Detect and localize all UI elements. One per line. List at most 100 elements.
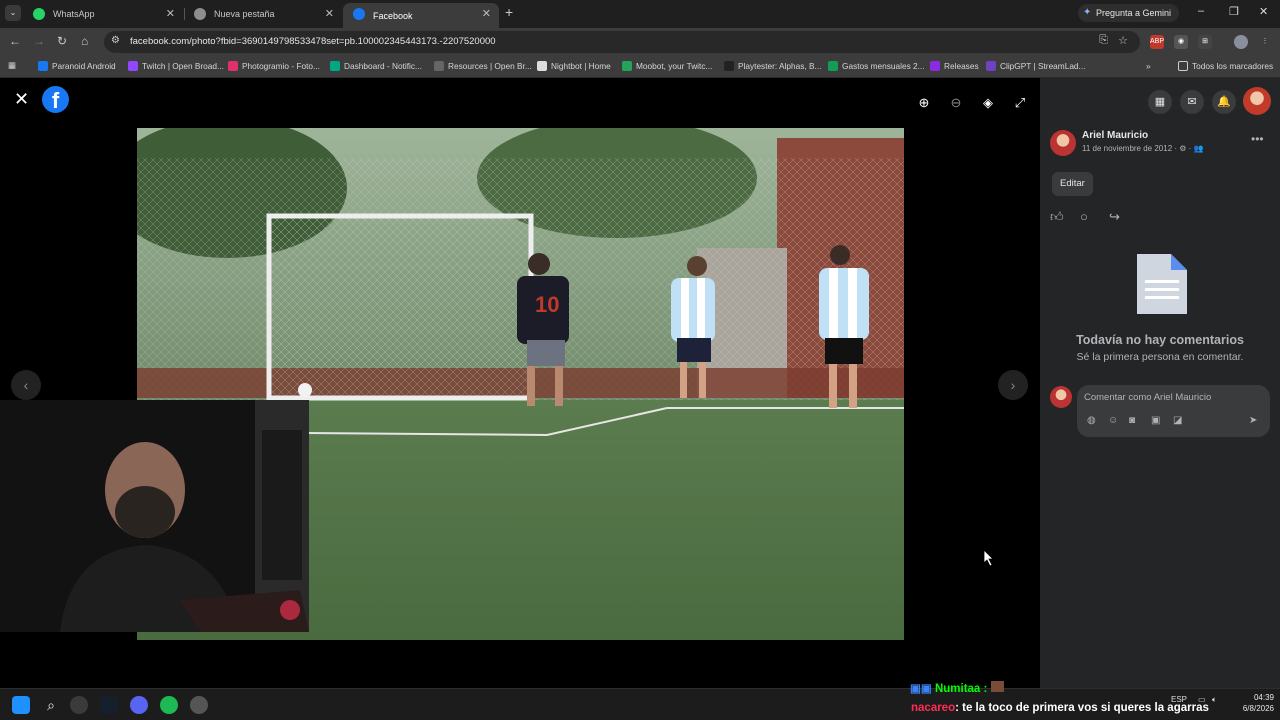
chat-badge-icon: ▣▣ bbox=[910, 683, 932, 695]
post-side-panel: ▦ ✉ 🔔 Ariel Mauricio 11 de noviembre de … bbox=[1040, 78, 1280, 688]
steam-icon[interactable] bbox=[100, 696, 118, 714]
mouse-cursor-icon bbox=[984, 550, 994, 566]
more-menu-icon[interactable]: ⋮ bbox=[1258, 35, 1272, 49]
edit-button[interactable]: Editar bbox=[1052, 172, 1093, 196]
tab-facebook[interactable]: Facebook ✕ bbox=[343, 3, 499, 28]
camera-icon[interactable]: ◙ bbox=[1129, 415, 1135, 426]
new-tab-button[interactable]: + bbox=[505, 4, 513, 20]
gemini-button[interactable]: ✦ Pregunta a Gemini bbox=[1078, 4, 1180, 22]
minimize-icon[interactable]: – bbox=[1198, 5, 1204, 17]
tab-new-tab[interactable]: Nueva pestaña ✕ bbox=[184, 3, 342, 25]
bookmark-star-icon[interactable]: ☆ bbox=[1118, 34, 1128, 47]
close-tab-icon[interactable]: ✕ bbox=[166, 7, 175, 20]
install-app-icon[interactable]: ⎘ bbox=[1099, 34, 1108, 47]
comment-input[interactable]: Comentar como Ariel Mauricio ◍ ☺ ◙ ▣ ◪ ➤ bbox=[1077, 385, 1270, 437]
tab-whatsapp[interactable]: WhatsApp ✕ bbox=[23, 3, 183, 25]
comment-icon[interactable]: ○ bbox=[1080, 209, 1088, 224]
author-name[interactable]: Ariel Mauricio bbox=[1082, 130, 1148, 141]
puzzle-icon[interactable]: ⊞ bbox=[1198, 35, 1212, 49]
profile-icon[interactable] bbox=[1234, 35, 1248, 49]
bookmark-favicon-icon bbox=[724, 61, 734, 71]
tab-list-button[interactable]: ⌄ bbox=[5, 5, 21, 21]
site-info-icon[interactable]: ⚙ bbox=[111, 35, 120, 46]
bookmark-item[interactable]: Twitch | Open Broad... bbox=[128, 61, 224, 71]
adblock-icon[interactable]: ABP bbox=[1150, 35, 1164, 49]
bookmark-item[interactable]: Resources | Open Br... bbox=[434, 61, 532, 71]
bookmark-item[interactable]: ClipGPT | StreamLad... bbox=[986, 61, 1085, 71]
chat-username: nacareo bbox=[911, 702, 956, 714]
bookmark-item[interactable]: Paranoid Android bbox=[38, 61, 116, 71]
next-photo-button[interactable]: › bbox=[998, 370, 1028, 400]
forward-icon[interactable]: → bbox=[33, 34, 45, 48]
clock-date: 6/8/2026 bbox=[1242, 704, 1274, 713]
reload-icon[interactable]: ↻ bbox=[57, 34, 67, 48]
more-options-icon[interactable]: ••• bbox=[1251, 132, 1264, 146]
bookmark-item[interactable]: Gastos mensuales 2... bbox=[828, 61, 925, 71]
bookmark-favicon-icon bbox=[537, 61, 547, 71]
spotify-icon[interactable] bbox=[160, 696, 178, 714]
volume-icon[interactable]: 🔈︎ bbox=[1212, 695, 1217, 705]
search-icon[interactable]: ⌕ bbox=[42, 696, 60, 714]
restore-icon[interactable]: ❐ bbox=[1229, 5, 1239, 18]
bookmark-favicon-icon bbox=[828, 61, 838, 71]
notifications-icon[interactable]: 🔔 bbox=[1212, 90, 1236, 114]
webcam-overlay bbox=[0, 400, 309, 632]
bookmark-label: Nightbot | Home bbox=[551, 61, 611, 71]
start-icon[interactable] bbox=[12, 696, 30, 714]
extension-icon[interactable]: ◉ bbox=[1174, 35, 1188, 49]
facebook-icon bbox=[353, 8, 365, 20]
messenger-icon[interactable]: ✉ bbox=[1180, 90, 1204, 114]
apps-icon[interactable]: ▦ bbox=[8, 60, 16, 70]
address-bar[interactable]: ⚙ facebook.com/photo?fbid=36901497985334… bbox=[104, 31, 1140, 53]
url-text[interactable]: facebook.com/photo?fbid=3690149798533478… bbox=[130, 36, 496, 47]
like-icon[interactable]: 👍︎ bbox=[1050, 209, 1064, 225]
bookmark-item[interactable]: Nightbot | Home bbox=[537, 61, 611, 71]
author-avatar[interactable] bbox=[1050, 130, 1076, 156]
comment-placeholder: Comentar como Ariel Mauricio bbox=[1084, 392, 1212, 403]
bookmarks-overflow[interactable]: » bbox=[1146, 61, 1151, 71]
tab-title: Nueva pestaña bbox=[214, 9, 275, 19]
gemini-label: Pregunta a Gemini bbox=[1096, 8, 1172, 18]
tab-strip: ⌄ WhatsApp ✕ Nueva pestaña ✕ Facebook ✕ … bbox=[0, 0, 1280, 28]
send-icon[interactable]: ➤ bbox=[1249, 415, 1257, 426]
bookmark-favicon-icon bbox=[228, 61, 238, 71]
tab-title: WhatsApp bbox=[53, 9, 95, 19]
chrome-icon[interactable] bbox=[70, 696, 88, 714]
gemini-icon: ✦ bbox=[1083, 7, 1092, 18]
chat-username: Numitaa : bbox=[934, 683, 988, 695]
share-icon[interactable]: ↪ bbox=[1109, 209, 1120, 225]
back-icon[interactable]: ← bbox=[9, 34, 21, 48]
bookmark-item[interactable]: Moobot, your Twitc... bbox=[622, 61, 712, 71]
system-clock[interactable]: 04:39 6/8/2026 bbox=[1228, 692, 1274, 714]
bookmark-item[interactable]: Dashboard - Notific... bbox=[330, 61, 422, 71]
discord-icon[interactable] bbox=[130, 696, 148, 714]
close-tab-icon[interactable]: ✕ bbox=[482, 7, 491, 20]
zoom-out-icon[interactable]: ⊖ bbox=[946, 93, 966, 113]
bookmarks-bar: ▦ Paranoid Android Twitch | Open Broad...… bbox=[0, 56, 1280, 78]
close-tab-icon[interactable]: ✕ bbox=[325, 7, 334, 20]
gif-icon[interactable]: ▣ bbox=[1151, 415, 1160, 426]
bookmark-item[interactable]: Releases bbox=[930, 61, 979, 71]
bookmark-label: Moobot, your Twitc... bbox=[636, 61, 713, 71]
fullscreen-icon[interactable]: ⤢ bbox=[1010, 93, 1030, 113]
tag-icon[interactable]: ◈ bbox=[978, 93, 998, 113]
post-date[interactable]: 11 de noviembre de 2012 · ⚙ · 👥 bbox=[1082, 144, 1204, 153]
avatar-sticker-icon[interactable]: ◍ bbox=[1087, 415, 1096, 426]
network-icon[interactable]: ▭ bbox=[1198, 695, 1206, 704]
menu-grid-icon[interactable]: ▦ bbox=[1148, 90, 1172, 114]
previous-photo-button[interactable]: ‹ bbox=[11, 370, 41, 400]
bookmark-item[interactable]: Photogramio - Foto... bbox=[228, 61, 320, 71]
bookmark-item[interactable]: Playtester: Alphas, B... bbox=[724, 61, 821, 71]
home-icon[interactable]: ⌂ bbox=[81, 34, 88, 48]
obs-icon[interactable] bbox=[190, 696, 208, 714]
emoji-icon[interactable]: ☺ bbox=[1108, 415, 1118, 426]
facebook-logo[interactable]: f bbox=[42, 86, 69, 113]
all-bookmarks-folder[interactable]: Todos los marcadores bbox=[1178, 61, 1273, 71]
close-icon[interactable]: ✕ bbox=[14, 89, 29, 110]
zoom-in-icon[interactable]: ⊕ bbox=[914, 93, 934, 113]
language-indicator[interactable]: ESP bbox=[1171, 695, 1187, 704]
svg-text:10: 10 bbox=[535, 292, 559, 317]
account-avatar[interactable] bbox=[1243, 87, 1271, 115]
sticker-icon[interactable]: ◪ bbox=[1173, 415, 1182, 426]
close-window-icon[interactable]: ✕ bbox=[1259, 5, 1268, 18]
